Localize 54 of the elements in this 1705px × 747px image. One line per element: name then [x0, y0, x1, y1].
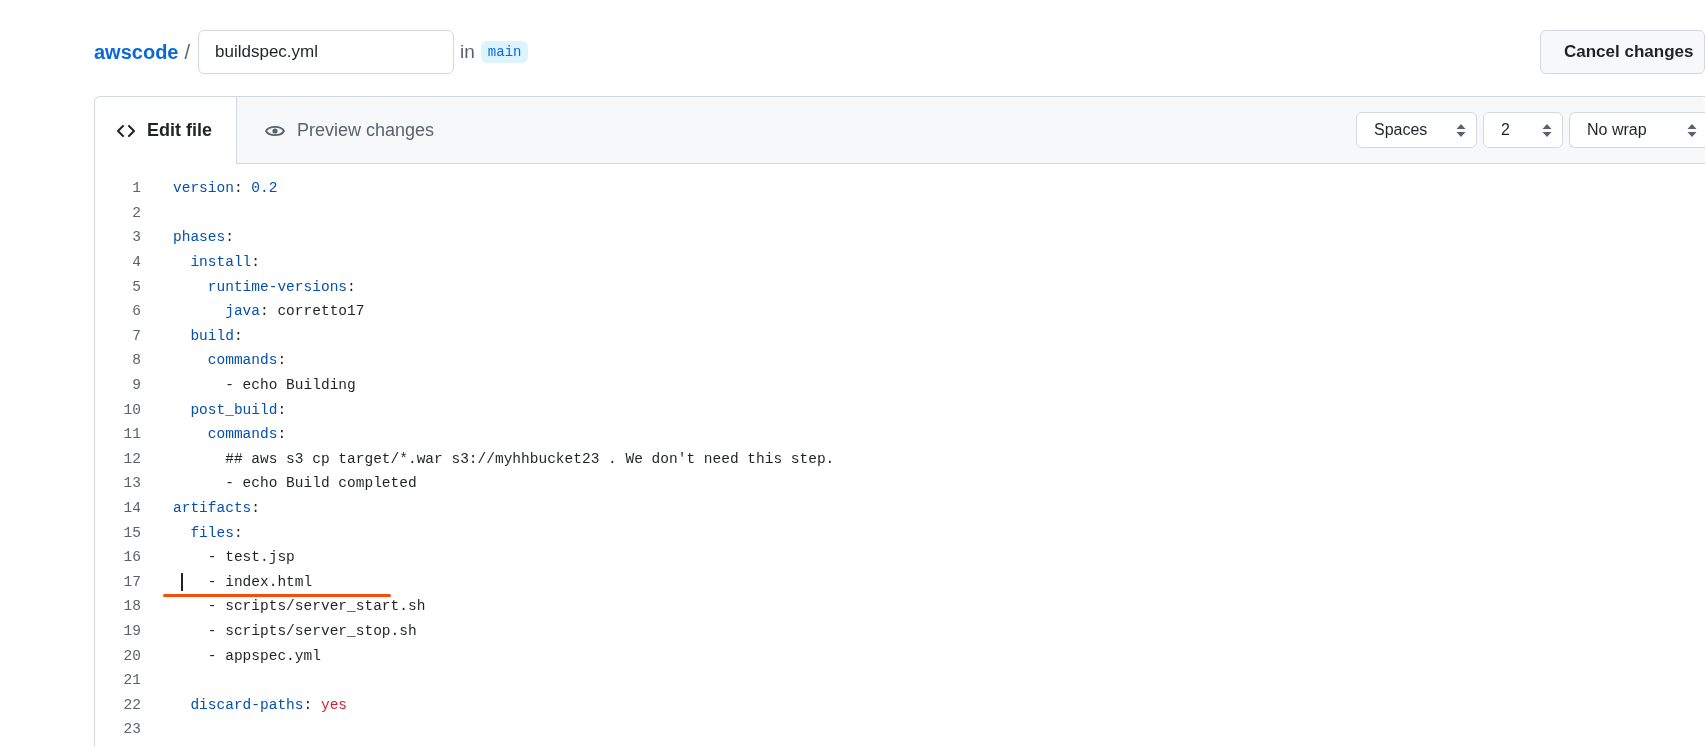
option-select[interactable]: 2	[1483, 112, 1563, 148]
code-line: artifacts:	[173, 500, 261, 516]
line-number: 2	[131, 204, 141, 221]
filename-field[interactable]: buildspec.yml	[198, 30, 455, 74]
option-select[interactable]: Spaces	[1356, 112, 1477, 148]
code-line: runtime-versions:	[206, 278, 356, 295]
line-number: 3	[131, 229, 141, 246]
line-number: 17	[122, 573, 141, 590]
code-line: post_build:	[189, 401, 287, 418]
code-line: - scripts/server_start.sh	[206, 598, 426, 615]
code-line: ## aws s3 cp target/*.war s3://myhhbucket23 . We don't need this step.	[224, 450, 835, 467]
code-line: files:	[189, 524, 243, 541]
path-separator: /	[184, 40, 191, 64]
line-number: 14	[122, 500, 141, 516]
line-number: 12	[122, 450, 141, 467]
line-number: 8	[131, 352, 141, 369]
line-number: 1	[131, 180, 141, 197]
line-number: 16	[122, 549, 141, 566]
code-line: - appspec.yml	[206, 647, 321, 664]
cancel-changes-button[interactable]: Cancel changes	[1540, 30, 1705, 74]
line-number: 11	[122, 426, 141, 443]
line-number: 15	[122, 524, 141, 541]
line-number: 5	[131, 278, 141, 295]
code-line: - test.jsp	[206, 549, 295, 566]
line-number: 21	[122, 672, 141, 689]
code-line: commands:	[206, 426, 287, 443]
code-line: commands:	[206, 352, 287, 369]
option-select[interactable]: No wrap	[1569, 112, 1705, 148]
code-line: install:	[189, 254, 261, 271]
code-line: - echo Building	[224, 377, 356, 394]
line-number: 19	[122, 623, 141, 639]
editor-tab[interactable]: Edit file	[95, 97, 237, 164]
code-line: - scripts/server_stop.sh	[206, 623, 417, 639]
line-number: 6	[131, 303, 141, 320]
line-number: 22	[122, 696, 141, 713]
line-number: 13	[122, 475, 141, 492]
code-line: build:	[189, 327, 243, 344]
line-number: 18	[122, 598, 141, 615]
line-number: 10	[122, 401, 141, 418]
line-number: 4	[131, 254, 141, 271]
code-line: phases:	[173, 229, 234, 246]
in-label: in	[460, 41, 475, 63]
line-number: 7	[131, 327, 141, 344]
code-line: java: corretto17	[224, 303, 365, 320]
code-line: discard-paths: yes	[189, 696, 348, 713]
repo-link[interactable]: awscode	[94, 40, 179, 64]
editor-tab[interactable]: Preview changes	[237, 97, 463, 164]
line-number: 23	[122, 721, 141, 738]
line-number: 20	[122, 647, 141, 664]
code-line: version: 0.2	[173, 180, 278, 197]
code-line: - index.html	[206, 573, 313, 590]
code-line: - echo Build completed	[224, 475, 417, 492]
line-number: 9	[131, 377, 141, 394]
branch-label: main	[480, 41, 529, 63]
